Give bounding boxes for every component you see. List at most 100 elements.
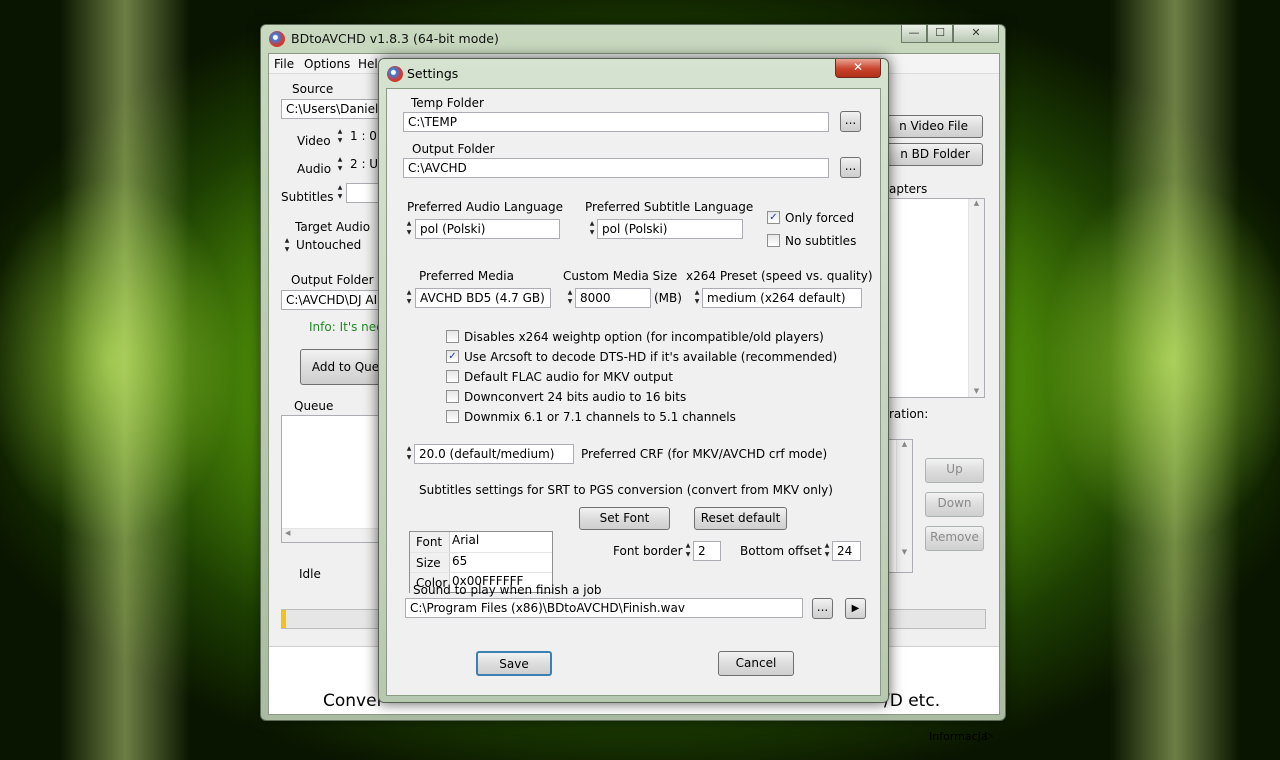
option-flac-checkbox[interactable] (446, 370, 459, 383)
crf-label: Preferred CRF (for MKV/AVCHD crf mode) (581, 447, 828, 461)
play-icon[interactable]: ▶ (845, 598, 866, 619)
pref-audio-spinner[interactable]: ▲ ▼ (404, 219, 414, 239)
open-video-file-button[interactable]: n Video File (875, 115, 983, 138)
main-titlebar[interactable]: BDtoAVCHD v1.8.3 (64-bit mode) — ☐ ✕ (261, 25, 1005, 53)
remove-button[interactable]: Remove (925, 526, 984, 551)
sound-browse-button[interactable]: ... (812, 598, 833, 619)
duration-label: ration: (889, 407, 929, 421)
size-value[interactable]: 65 (452, 554, 467, 568)
banner-text-left: Conver (323, 691, 384, 711)
video-label: Video (297, 134, 331, 148)
dialog-output-folder-label: Output Folder (412, 142, 495, 156)
bottom-offset-spinner[interactable]: ▲ ▼ (822, 541, 832, 561)
main-output-folder-input[interactable]: C:\AVCHD\DJ AI (281, 290, 391, 310)
no-subtitles-checkbox[interactable] (767, 234, 780, 247)
settings-dialog-title: Settings (407, 66, 459, 81)
pref-sub-select[interactable]: pol (Polski) (597, 219, 743, 239)
size-key: Size (410, 553, 450, 573)
cancel-button[interactable]: Cancel (718, 651, 794, 676)
open-bd-folder-button[interactable]: n BD Folder (875, 143, 983, 166)
font-border-label: Font border (613, 544, 683, 558)
crf-spinner[interactable]: ▲ ▼ (404, 444, 414, 464)
banner-text-right: /D etc. (884, 691, 941, 711)
queue-list[interactable]: ◀ (281, 415, 391, 543)
custom-size-label: Custom Media Size (563, 269, 678, 283)
minimize-icon[interactable]: — (901, 25, 927, 43)
status-text: Idle (299, 567, 321, 581)
only-forced-label: Only forced (785, 211, 855, 225)
temp-folder-input[interactable]: C:\TEMP (403, 112, 829, 132)
up-button[interactable]: Up (925, 458, 984, 483)
menu-file[interactable]: File (274, 57, 294, 71)
pref-media-label: Preferred Media (419, 269, 514, 283)
font-key: Font (410, 532, 450, 552)
option-arcsoft-checkbox[interactable]: ✓ (446, 350, 459, 363)
menu-options[interactable]: Options (304, 57, 350, 71)
custom-size-spinner[interactable]: ▲ ▼ (565, 288, 575, 308)
option-downmix-label: Downmix 6.1 or 7.1 channels to 5.1 chann… (464, 410, 736, 424)
bottom-offset-input[interactable]: 24 (832, 541, 861, 561)
app-icon (269, 31, 285, 47)
background-glow-right (1110, 0, 1240, 760)
chapters-list[interactable]: ▲ ▼ (879, 198, 985, 398)
font-value[interactable]: Arial (452, 533, 479, 547)
settings-dialog: Settings ✕ Temp Folder C:\TEMP ... Outpu… (378, 58, 889, 703)
target-audio-spinner[interactable]: ▲ ▼ (282, 236, 292, 256)
set-font-button[interactable]: Set Font (579, 507, 670, 530)
video-spinner[interactable]: ▲ ▼ (335, 127, 345, 147)
pref-sub-spinner[interactable]: ▲ ▼ (587, 219, 597, 239)
info-arrow-icon[interactable]: ▷ (985, 729, 993, 742)
source-input[interactable]: C:\Users\Daniel\ (281, 99, 391, 119)
source-label: Source (292, 82, 334, 96)
x264-preset-label: x264 Preset (speed vs. quality) (686, 269, 873, 283)
progress-fill (282, 610, 286, 628)
x264-preset-spinner[interactable]: ▲ ▼ (692, 288, 702, 308)
target-audio-label: Target Audio (295, 220, 371, 234)
queue-hscrollbar[interactable]: ◀ (282, 528, 390, 542)
temp-folder-browse-button[interactable]: ... (840, 111, 861, 132)
font-border-spinner[interactable]: ▲ ▼ (683, 541, 693, 561)
info-link[interactable]: Informacja (929, 730, 987, 743)
save-button[interactable]: Save (476, 651, 552, 676)
pref-media-select[interactable]: AVCHD BD5 (4.7 GB) (415, 288, 551, 308)
only-forced-checkbox[interactable]: ✓ (767, 211, 780, 224)
pref-media-spinner[interactable]: ▲ ▼ (404, 288, 414, 308)
main-output-folder-label: Output Folder (291, 273, 374, 287)
option-flac-label: Default FLAC audio for MKV output (464, 370, 673, 384)
pref-audio-label: Preferred Audio Language (407, 200, 564, 214)
close-icon[interactable]: ✕ (953, 25, 999, 43)
chapters-label: apters (889, 182, 928, 196)
queue-label: Queue (294, 399, 334, 413)
option-downmix-checkbox[interactable] (446, 410, 459, 423)
font-border-input[interactable]: 2 (693, 541, 721, 561)
pref-audio-select[interactable]: pol (Polski) (415, 219, 560, 239)
x264-preset-select[interactable]: medium (x264 default) (702, 288, 862, 308)
option-downconvert-checkbox[interactable] (446, 390, 459, 403)
option-downconvert-label: Downconvert 24 bits audio to 16 bits (464, 390, 687, 404)
temp-folder-label: Temp Folder (411, 96, 484, 110)
sub-settings-label: Subtitles settings for SRT to PGS conver… (419, 483, 833, 497)
pref-sub-label: Preferred Subtitle Language (585, 200, 754, 214)
chapters-scrollbar[interactable]: ▲ ▼ (968, 199, 984, 397)
info-text: Info: It's nee (309, 320, 384, 334)
sound-label: Sound to play when finish a job (413, 583, 602, 597)
subtitles-label: Subtitles (281, 190, 334, 204)
down-button[interactable]: Down (925, 492, 984, 517)
caption-buttons: — ☐ ✕ (901, 25, 999, 43)
option-arcsoft-label: Use Arcsoft to decode DTS-HD if it's ava… (464, 350, 838, 364)
option-weightp-checkbox[interactable] (446, 330, 459, 343)
target-audio-select[interactable]: Untouched (292, 236, 391, 256)
reset-default-button[interactable]: Reset default (694, 507, 787, 530)
crf-select[interactable]: 20.0 (default/medium) (414, 444, 574, 464)
background-glow-left (60, 0, 190, 760)
right-list-scrollbar[interactable]: ▲ ▼ (896, 440, 912, 572)
dialog-output-folder-input[interactable]: C:\AVCHD (403, 158, 829, 178)
audio-spinner[interactable]: ▲ ▼ (335, 155, 345, 175)
output-folder-browse-button[interactable]: ... (840, 157, 861, 178)
custom-size-input[interactable]: 8000 (575, 288, 651, 308)
subtitles-spinner[interactable]: ▲ ▼ (335, 183, 345, 203)
dialog-close-icon[interactable]: ✕ (835, 59, 881, 78)
maximize-icon[interactable]: ☐ (927, 25, 953, 43)
sound-input[interactable]: C:\Program Files (x86)\BDtoAVCHD\Finish.… (405, 598, 803, 618)
font-row: Font Arial (410, 532, 552, 552)
